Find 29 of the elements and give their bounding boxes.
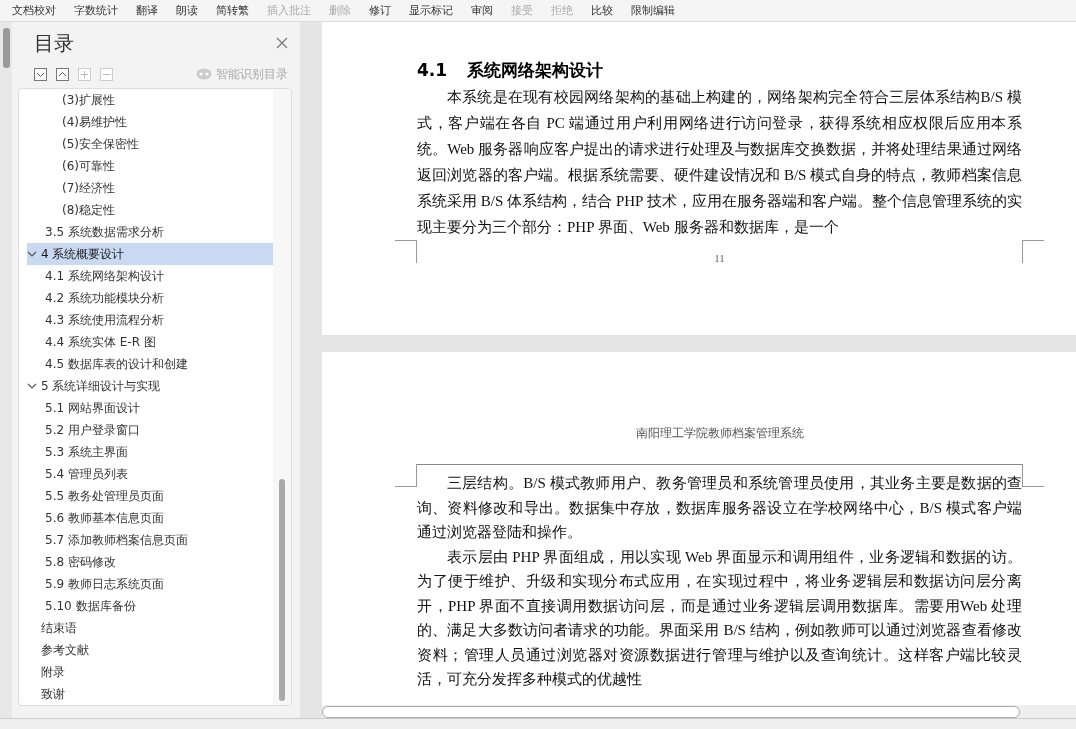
toolbar-button[interactable]: 简转繁 [214,3,251,18]
scrollbar-thumb[interactable] [2,28,10,68]
corner-mark [1022,240,1044,263]
page-number: 11 [714,252,725,266]
toolbar-button[interactable]: 修订 [367,3,393,18]
chevron-up-icon[interactable] [56,67,69,81]
body-paragraph: 本系统是在现有校园网络架构的基础上构建的，网络架构完全符合三层体系结构B/S 模式，客户端在各自 PC 端通过用户利用网络进行访问登录，获得系统相应权限后应用本系统。Web 服务器响应客户提出的请求进行处理及与数据库交换数据，并将处理结果通过网络返回浏览器的客户端。根据系统需要、硬件建设情况和 B/S 模式自身的特点，教师档案信息系统采用 B/S 体系结构，结合 PHP 技术，应用在服务器端和客户端。整个信息管理系统的实现主要分为三个部分：PHP 界面、Web 服务器和数据库，是一个 [417,88,1022,237]
body-paragraph: 三层结构。B/S 模式教师用户、教务管理员和系统管理员使用，其业务主要是数据的查询、资料修改和导出。数据集中存放，数据库服务器设立在学校网络中心，B/S 模式客户端通过浏览器登陆和操作。 [417,474,1022,542]
toolbar-button[interactable]: 字数统计 [72,3,120,18]
corner-mark [1022,464,1044,487]
toolbar-button[interactable]: 文档校对 [10,3,58,18]
corner-mark [395,240,417,263]
robot-icon [196,68,212,80]
scrollbar-thumb[interactable] [279,479,285,701]
corner-mark [395,464,417,487]
page-header: 南阳理工学院教师档案管理系统 [635,426,804,441]
toolbar-button[interactable]: 比较 [589,3,615,18]
toolbar-button[interactable]: 显示标记 [407,3,455,18]
chevron-down-icon[interactable] [34,67,47,81]
toolbar-button[interactable]: 朗读 [174,3,200,18]
close-icon[interactable] [276,37,288,49]
body-paragraph: 表示层由 PHP 界面组成，用以实现 Web 界面显示和调用组件，业务逻辑和数据的访。为了便于维护、升级和实现分布式应用，在实现过程中，将业务逻辑层和数据访问层分离开，PHP 界面不直接调用数据访问层，而是通过业务逻辑层调用数据库。需要用Web 处理的、满足大多数访问者请求的功能。界面采用 B/S 结构，例如教师可以通过浏览器查看修改资料；管理人员通过浏览器对资源数据进行管理与维护以及查询统计。这样客户端比较灵活，可充分发挥多种模式的优越性 [417,547,1022,689]
toolbar-button[interactable]: 翻译 [134,3,160,18]
scrollbar-thumb[interactable] [322,705,1020,718]
panel-title: 目录 [34,29,74,57]
toolbar-button[interactable]: 审阅 [469,3,495,18]
section-heading: 4.1 系统网络架构设计 [417,58,605,82]
toc-item[interactable]: 4 系统概要设计 [27,243,273,265]
toolbar-button[interactable]: 限制编辑 [629,3,677,18]
